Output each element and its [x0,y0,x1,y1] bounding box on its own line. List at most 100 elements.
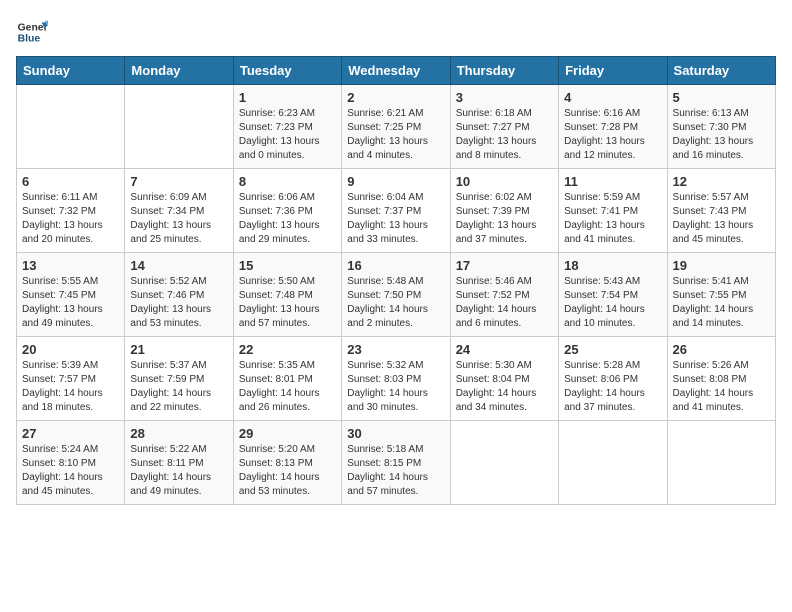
calendar-cell: 4Sunrise: 6:16 AM Sunset: 7:28 PM Daylig… [559,85,667,169]
day-info: Sunrise: 6:06 AM Sunset: 7:36 PM Dayligh… [239,191,336,247]
weekday-header-wednesday: Wednesday [342,57,450,85]
day-info: Sunrise: 5:55 AM Sunset: 7:45 PM Dayligh… [22,275,119,331]
calendar-cell: 21Sunrise: 5:37 AM Sunset: 7:59 PM Dayli… [125,337,233,421]
day-info: Sunrise: 5:26 AM Sunset: 8:08 PM Dayligh… [673,359,770,415]
calendar-cell: 13 Sunrise: 5:55 AM Sunset: 7:45 PM Dayli… [17,253,125,337]
calendar-cell: 29 Sunrise: 5:20 AM Sunset: 8:13 PM Dayli… [233,421,341,505]
day-number: 22 [239,342,336,357]
calendar-cell: 27 Sunrise: 5:24 AM Sunset: 8:10 PM Dayli… [17,421,125,505]
day-info: Sunrise: 6:21 AM Sunset: 7:25 PM Dayligh… [347,107,444,163]
day-info: Sunrise: 5:50 AM Sunset: 7:48 PM Dayligh… [239,275,336,331]
week-row-3: 13 Sunrise: 5:55 AM Sunset: 7:45 PM Dayli… [17,253,776,337]
calendar-cell: 25 Sunrise: 5:28 AM Sunset: 8:06 PM Dayli… [559,337,667,421]
calendar-cell: 8Sunrise: 6:06 AM Sunset: 7:36 PM Daylig… [233,169,341,253]
week-row-2: 6 Sunrise: 6:11 AM Sunset: 7:32 PM Daylig… [17,169,776,253]
day-info: Sunrise: 6:11 AM Sunset: 7:32 PM Dayligh… [22,191,119,247]
svg-text:Blue: Blue [18,34,41,45]
calendar-cell: 2 Sunrise: 6:21 AM Sunset: 7:25 PM Daylig… [342,85,450,169]
day-number: 30 [347,426,444,441]
day-info: Sunrise: 5:32 AM Sunset: 8:03 PM Dayligh… [347,359,444,415]
weekday-header-sunday: Sunday [17,57,125,85]
day-info: Sunrise: 5:22 AM Sunset: 8:11 PM Dayligh… [130,443,227,499]
day-info: Sunrise: 6:04 AM Sunset: 7:37 PM Dayligh… [347,191,444,247]
day-number: 29 [239,426,336,441]
calendar-cell: 12 Sunrise: 5:57 AM Sunset: 7:43 PM Dayli… [667,169,775,253]
calendar-cell: 15 Sunrise: 5:50 AM Sunset: 7:48 PM Dayli… [233,253,341,337]
day-number: 21 [130,342,227,357]
day-number: 6 [22,174,119,189]
day-info: Sunrise: 5:57 AM Sunset: 7:43 PM Dayligh… [673,191,770,247]
day-number: 13 [22,258,119,273]
day-number: 17 [456,258,553,273]
day-info: Sunrise: 5:28 AM Sunset: 8:06 PM Dayligh… [564,359,661,415]
calendar-cell: 16 Sunrise: 5:48 AM Sunset: 7:50 PM Dayli… [342,253,450,337]
day-info: Sunrise: 5:43 AM Sunset: 7:54 PM Dayligh… [564,275,661,331]
day-info: Sunrise: 6:02 AM Sunset: 7:39 PM Dayligh… [456,191,553,247]
day-number: 2 [347,90,444,105]
calendar-cell: 14Sunrise: 5:52 AM Sunset: 7:46 PM Dayli… [125,253,233,337]
day-info: Sunrise: 5:48 AM Sunset: 7:50 PM Dayligh… [347,275,444,331]
day-number: 24 [456,342,553,357]
week-row-4: 20 Sunrise: 5:39 AM Sunset: 7:57 PM Dayli… [17,337,776,421]
day-info: Sunrise: 6:23 AM Sunset: 7:23 PM Dayligh… [239,107,336,163]
day-info: Sunrise: 5:24 AM Sunset: 8:10 PM Dayligh… [22,443,119,499]
calendar-cell: 24 Sunrise: 5:30 AM Sunset: 8:04 PM Dayli… [450,337,558,421]
day-info: Sunrise: 6:13 AM Sunset: 7:30 PM Dayligh… [673,107,770,163]
calendar-cell: 3Sunrise: 6:18 AM Sunset: 7:27 PM Daylig… [450,85,558,169]
calendar-cell: 26 Sunrise: 5:26 AM Sunset: 8:08 PM Dayli… [667,337,775,421]
day-number: 12 [673,174,770,189]
day-number: 28 [130,426,227,441]
calendar-cell [17,85,125,169]
calendar-cell [450,421,558,505]
calendar-cell: 6 Sunrise: 6:11 AM Sunset: 7:32 PM Daylig… [17,169,125,253]
calendar-table: SundayMondayTuesdayWednesdayThursdayFrid… [16,56,776,505]
day-number: 19 [673,258,770,273]
day-number: 1 [239,90,336,105]
calendar-cell: 28 Sunrise: 5:22 AM Sunset: 8:11 PM Dayli… [125,421,233,505]
day-number: 11 [564,174,661,189]
week-row-1: 1 Sunrise: 6:23 AM Sunset: 7:23 PM Daylig… [17,85,776,169]
day-number: 14 [130,258,227,273]
calendar-cell [667,421,775,505]
day-number: 16 [347,258,444,273]
day-number: 25 [564,342,661,357]
day-number: 9 [347,174,444,189]
calendar-cell: 10 Sunrise: 6:02 AM Sunset: 7:39 PM Dayli… [450,169,558,253]
calendar-cell: 18 Sunrise: 5:43 AM Sunset: 7:54 PM Dayli… [559,253,667,337]
day-info: Sunrise: 5:30 AM Sunset: 8:04 PM Dayligh… [456,359,553,415]
day-number: 10 [456,174,553,189]
day-info: Sunrise: 6:09 AM Sunset: 7:34 PM Dayligh… [130,191,227,247]
weekday-header-saturday: Saturday [667,57,775,85]
day-info: Sunrise: 5:59 AM Sunset: 7:41 PM Dayligh… [564,191,661,247]
day-info: Sunrise: 6:16 AM Sunset: 7:28 PM Dayligh… [564,107,661,163]
calendar-cell: 11 Sunrise: 5:59 AM Sunset: 7:41 PM Dayli… [559,169,667,253]
weekday-header-friday: Friday [559,57,667,85]
day-info: Sunrise: 6:18 AM Sunset: 7:27 PM Dayligh… [456,107,553,163]
weekday-header-row: SundayMondayTuesdayWednesdayThursdayFrid… [17,57,776,85]
day-number: 27 [22,426,119,441]
calendar-cell: 9 Sunrise: 6:04 AM Sunset: 7:37 PM Daylig… [342,169,450,253]
day-info: Sunrise: 5:18 AM Sunset: 8:15 PM Dayligh… [347,443,444,499]
calendar-cell: 22 Sunrise: 5:35 AM Sunset: 8:01 PM Dayli… [233,337,341,421]
day-info: Sunrise: 5:39 AM Sunset: 7:57 PM Dayligh… [22,359,119,415]
day-info: Sunrise: 5:20 AM Sunset: 8:13 PM Dayligh… [239,443,336,499]
calendar-cell: 19Sunrise: 5:41 AM Sunset: 7:55 PM Dayli… [667,253,775,337]
calendar-cell: 5 Sunrise: 6:13 AM Sunset: 7:30 PM Daylig… [667,85,775,169]
weekday-header-thursday: Thursday [450,57,558,85]
page-header: General Blue [16,16,776,48]
day-number: 26 [673,342,770,357]
calendar-cell: 20 Sunrise: 5:39 AM Sunset: 7:57 PM Dayli… [17,337,125,421]
calendar-cell: 30 Sunrise: 5:18 AM Sunset: 8:15 PM Dayli… [342,421,450,505]
day-number: 20 [22,342,119,357]
weekday-header-tuesday: Tuesday [233,57,341,85]
calendar-cell: 7 Sunrise: 6:09 AM Sunset: 7:34 PM Daylig… [125,169,233,253]
day-number: 15 [239,258,336,273]
day-number: 18 [564,258,661,273]
day-number: 7 [130,174,227,189]
calendar-cell: 23 Sunrise: 5:32 AM Sunset: 8:03 PM Dayli… [342,337,450,421]
day-number: 23 [347,342,444,357]
day-number: 5 [673,90,770,105]
calendar-cell [125,85,233,169]
day-info: Sunrise: 5:35 AM Sunset: 8:01 PM Dayligh… [239,359,336,415]
week-row-5: 27 Sunrise: 5:24 AM Sunset: 8:10 PM Dayli… [17,421,776,505]
